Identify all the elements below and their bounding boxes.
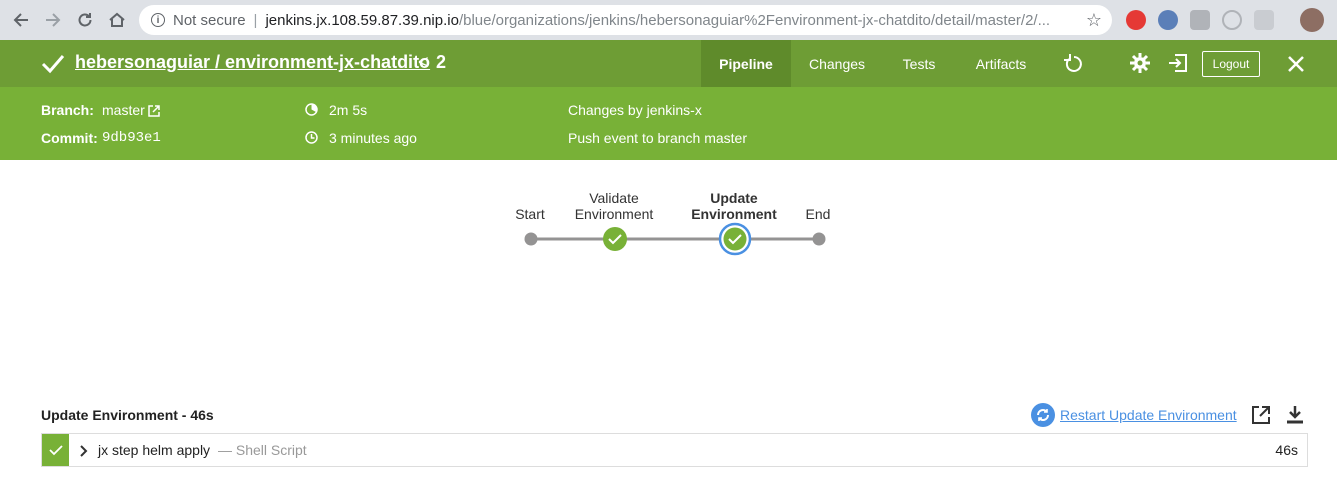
exit-icon[interactable] (1167, 52, 1189, 79)
commit-label: Commit: (41, 130, 98, 146)
restart-stage-link[interactable]: Restart Update Environment (1060, 407, 1237, 423)
step-name: jx step helm apply (98, 442, 211, 458)
info-icon[interactable]: i (151, 13, 165, 27)
back-icon[interactable] (10, 9, 32, 31)
extension-box-icon[interactable] (1190, 10, 1210, 30)
chevron-right-icon[interactable] (80, 444, 88, 462)
run-summary: Branch: master Commit: 9db93e1 2m 5s 3 m… (0, 87, 1337, 160)
start-node (524, 232, 538, 246)
clock-icon (305, 131, 318, 144)
security-label: Not secure (173, 11, 246, 29)
step-duration: 46s (1275, 442, 1298, 458)
tab-pipeline[interactable]: Pipeline (701, 40, 791, 87)
logout-button[interactable]: Logout (1202, 51, 1260, 77)
address-bar[interactable]: i Not secure | jenkins.jx.108.59.87.39.n… (139, 5, 1112, 35)
url-path: /blue/organizations/jenkins/hebersonagui… (458, 11, 1051, 29)
commit-value[interactable]: 9db93e1 (102, 130, 161, 146)
extension-circle-icon[interactable] (1158, 10, 1178, 30)
chevron-left-icon: < (418, 52, 429, 72)
tab-tests[interactable]: Tests (890, 40, 948, 87)
url-host: jenkins.jx.108.59.87.39.nip.io (265, 11, 459, 29)
run-number: 2 (436, 52, 447, 72)
end-node (812, 232, 826, 246)
changes-by: Changes by jenkins-x (568, 102, 702, 118)
pipeline-connectors (524, 222, 826, 256)
duration-value: 2m 5s (329, 102, 368, 118)
reload-icon[interactable] (74, 9, 96, 31)
pipeline-title-link[interactable]: hebersonaguiar / environment-jx-chatdito (75, 52, 430, 73)
bookmark-star-icon[interactable]: ☆ (1086, 10, 1102, 31)
open-log-icon[interactable] (1251, 405, 1271, 430)
restart-icon[interactable] (1031, 403, 1055, 432)
trigger-cause: Push event to branch master (568, 130, 747, 146)
pipeline-header: hebersonaguiar / environment-jx-chatdito… (0, 40, 1337, 87)
time-ago-value: 3 minutes ago (329, 130, 417, 146)
step-success-icon (42, 434, 69, 466)
download-icon[interactable] (1286, 405, 1304, 430)
profile-avatar[interactable] (1300, 8, 1324, 32)
browser-toolbar: i Not secure | jenkins.jx.108.59.87.39.n… (0, 0, 1337, 40)
close-icon[interactable] (1287, 55, 1305, 78)
stage-detail-title: Update Environment - 46s (41, 407, 214, 423)
tab-artifacts[interactable]: Artifacts (962, 40, 1040, 87)
stage-node-update-environment[interactable] (718, 222, 752, 256)
stage-node-validate-environment[interactable] (603, 227, 627, 251)
duration-icon (305, 103, 318, 116)
branch-label: Branch: (41, 102, 94, 118)
forward-icon[interactable] (42, 9, 64, 31)
rerun-icon[interactable] (1063, 53, 1085, 80)
extension-stop-icon[interactable] (1126, 10, 1146, 30)
gear-icon[interactable] (1129, 52, 1151, 79)
extension-c-icon[interactable] (1254, 10, 1274, 30)
tab-changes[interactable]: Changes (798, 40, 876, 87)
branch-value[interactable]: master (102, 102, 145, 118)
home-icon[interactable] (106, 9, 128, 31)
step-row[interactable]: jx step helm apply — Shell Script 46s (41, 433, 1308, 467)
extension-ring-icon[interactable] (1222, 10, 1242, 30)
external-link-icon[interactable] (148, 104, 160, 120)
success-check-icon (40, 51, 66, 80)
separator: | (253, 11, 258, 29)
pipeline-graph: Start Validate Environment Update Environm… (0, 160, 1337, 390)
step-description: — Shell Script (218, 442, 307, 458)
